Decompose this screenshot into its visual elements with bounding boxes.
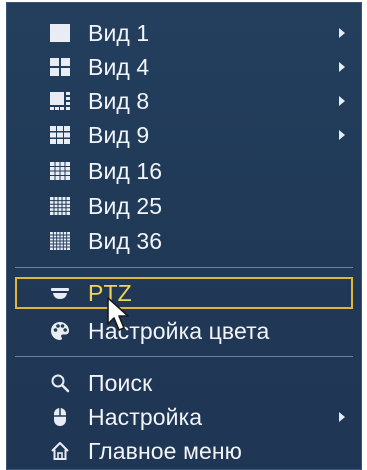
ptz-camera-icon [49, 282, 71, 304]
menu-item-label: Главное меню [88, 437, 243, 464]
menu-item-main-menu[interactable]: Главное меню [7, 433, 361, 469]
submenu-arrow-icon [339, 62, 345, 72]
menu-item-label: Настройка [88, 403, 203, 430]
view-9-icon [49, 124, 71, 146]
menu-item-ptz[interactable]: PTZ [15, 277, 353, 309]
menu-item-view-9[interactable]: Вид 9 [7, 117, 361, 153]
menu-item-label: Вид 25 [88, 192, 163, 219]
view-16-icon [49, 160, 71, 182]
menu-item-view-16[interactable]: Вид 16 [7, 153, 361, 189]
submenu-arrow-icon [339, 96, 345, 106]
menu-item-label: Поиск [88, 369, 153, 396]
view-25-icon [49, 195, 71, 217]
view-1-icon [49, 22, 71, 44]
home-icon [49, 440, 71, 462]
menu-item-label: Вид 8 [88, 87, 150, 114]
submenu-arrow-icon [339, 412, 345, 422]
search-icon [49, 372, 71, 394]
view-8-icon [49, 90, 71, 112]
menu-item-settings[interactable]: Настройка [7, 399, 361, 435]
menu-item-label: Вид 16 [88, 157, 163, 184]
menu-item-label: Вид 4 [88, 53, 150, 80]
menu-separator [15, 267, 353, 268]
menu-item-label: Вид 9 [88, 121, 150, 148]
mouse-settings-icon [49, 406, 71, 428]
menu-item-view-8[interactable]: Вид 8 [7, 83, 361, 119]
context-menu: Вид 1 Вид 4 Вид 8 Вид 9 Вид 16 Вид 25 Ви… [6, 2, 362, 470]
menu-separator [15, 356, 353, 357]
palette-icon [49, 320, 71, 342]
menu-item-view-25[interactable]: Вид 25 [7, 188, 361, 224]
menu-item-search[interactable]: Поиск [7, 365, 361, 401]
menu-item-label: Вид 36 [88, 227, 163, 254]
menu-item-view-4[interactable]: Вид 4 [7, 49, 361, 85]
view-4-icon [49, 56, 71, 78]
mouse-cursor-icon [106, 296, 132, 339]
menu-item-color-settings[interactable]: Настройка цвета [7, 313, 361, 349]
menu-item-view-36[interactable]: Вид 36 [7, 223, 361, 259]
submenu-arrow-icon [339, 28, 345, 38]
submenu-arrow-icon [339, 130, 345, 140]
menu-item-label: Вид 1 [88, 19, 150, 46]
view-36-icon [49, 230, 71, 252]
menu-item-view-1[interactable]: Вид 1 [7, 15, 361, 51]
